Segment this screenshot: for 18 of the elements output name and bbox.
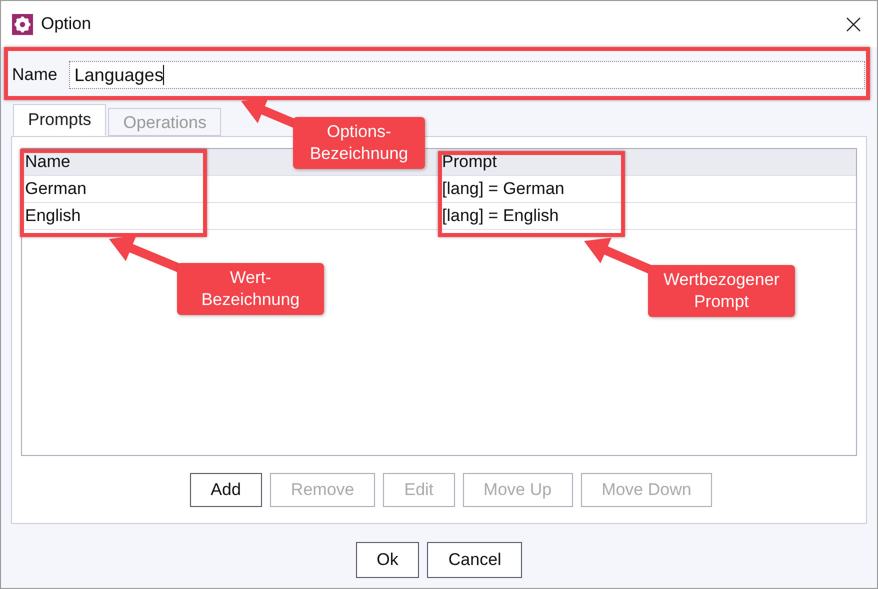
table-cell-text: English bbox=[24, 206, 82, 226]
gear-icon bbox=[12, 14, 33, 34]
callout-label: Options- Bezeichnung bbox=[293, 117, 425, 169]
callout-label: Wertbezogener Prompt bbox=[648, 265, 795, 317]
name-field[interactable]: Languages bbox=[69, 61, 865, 89]
list-button[interactable]: Add bbox=[190, 473, 262, 507]
table-cell-text: [lang] = German bbox=[441, 179, 566, 199]
table-cell-text: German bbox=[24, 179, 88, 199]
dialog-button[interactable]: Ok bbox=[356, 542, 420, 578]
dialog-button[interactable]: Cancel bbox=[427, 542, 522, 578]
tab[interactable]: Prompts bbox=[13, 104, 106, 136]
window-title: Option bbox=[41, 14, 92, 34]
callout-label: Wert- Bezeichnung bbox=[177, 263, 324, 315]
name-label: Name bbox=[12, 65, 58, 85]
column-header[interactable]: Name bbox=[25, 152, 70, 171]
close-icon[interactable] bbox=[846, 16, 861, 32]
table-cell-text: [lang] = English bbox=[441, 206, 560, 226]
column-header[interactable]: Prompt bbox=[442, 152, 497, 171]
